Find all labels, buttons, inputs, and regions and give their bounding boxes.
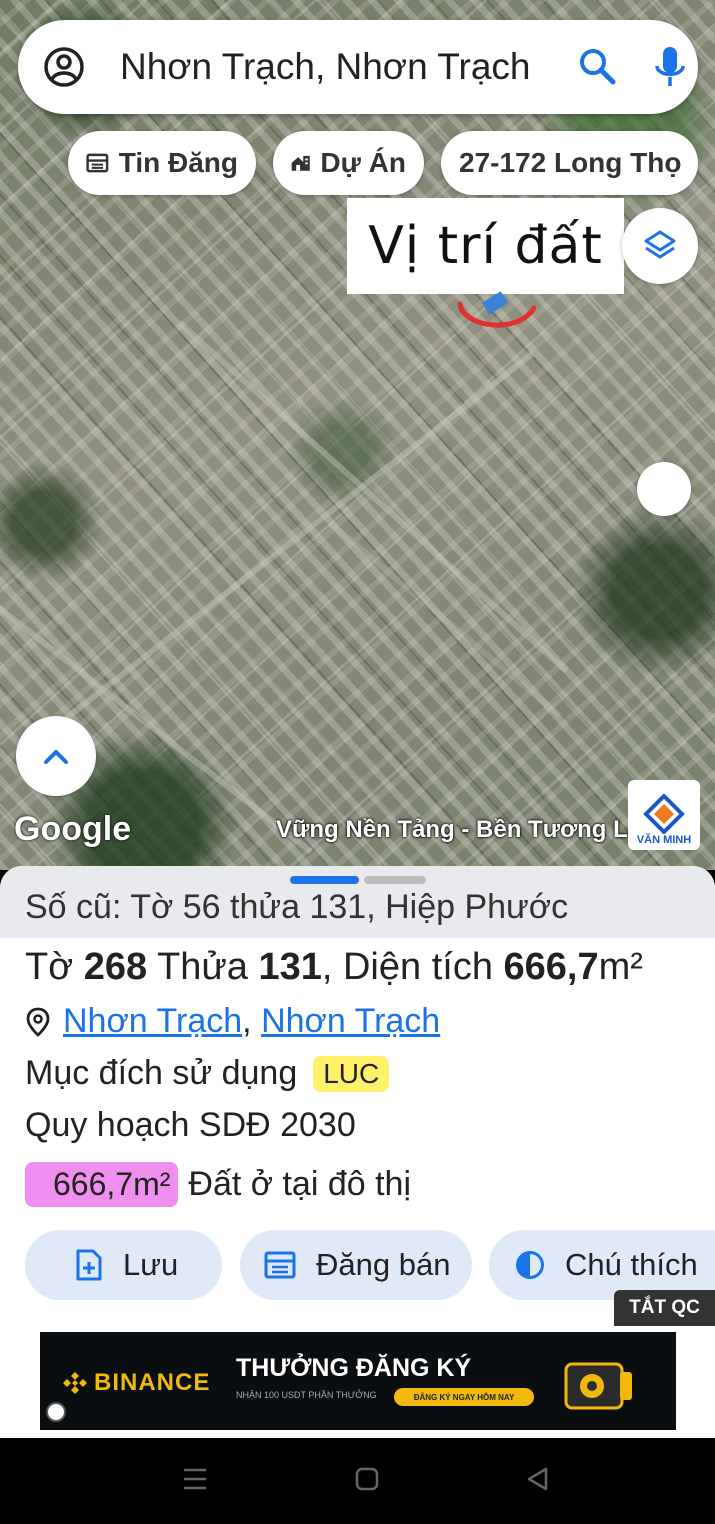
purpose-code-badge: LUC bbox=[313, 1055, 390, 1092]
chip-label: Tin Đăng bbox=[118, 147, 238, 178]
van-minh-logo: VĂN MINH bbox=[628, 780, 700, 850]
parcel-marker-icon[interactable] bbox=[456, 290, 536, 336]
post-sale-label: Đăng bán bbox=[316, 1247, 451, 1282]
parcel-summary: Tờ 268 Thửa 131, Diện tích 666,7m² bbox=[25, 946, 643, 989]
land-use-purpose: Mục đích sử dụng LUC bbox=[25, 1054, 390, 1093]
save-label: Lưu bbox=[123, 1247, 179, 1282]
binance-logo-icon bbox=[63, 1372, 87, 1394]
chip-label: Dự Án bbox=[320, 147, 406, 178]
map-road bbox=[58, 351, 535, 726]
layers-icon bbox=[644, 230, 676, 259]
layers-button[interactable] bbox=[622, 208, 698, 284]
brand-name: VĂN MINH bbox=[636, 834, 692, 846]
satellite-map[interactable]: Nhơn Trạch, Nhơn Trạch Tin Đăng Dự Án 27… bbox=[0, 0, 715, 870]
account-circle-icon[interactable] bbox=[42, 45, 86, 89]
zone-row: 666,7m² Đất ở tại đô thị bbox=[25, 1162, 411, 1207]
map-control-dot[interactable] bbox=[637, 462, 691, 516]
sheet-handle-inactive[interactable] bbox=[364, 876, 426, 884]
system-nav-bar bbox=[0, 1438, 715, 1524]
ad-3d-graphic-icon bbox=[564, 1362, 632, 1410]
address-separator: , bbox=[242, 1002, 252, 1040]
parcel-address: Nhơn Trạch, Nhơn Trạch bbox=[25, 1002, 440, 1041]
ad-brand-name: BINANCE bbox=[94, 1369, 211, 1396]
menu-icon[interactable] bbox=[182, 1466, 208, 1492]
chip-location[interactable]: 27-172 Long Thọ bbox=[441, 131, 698, 195]
van-minh-emblem-icon bbox=[643, 794, 685, 834]
expand-up-button[interactable] bbox=[16, 716, 96, 796]
save-button[interactable]: Lưu bbox=[25, 1230, 222, 1300]
sheet-label: Tờ bbox=[25, 946, 74, 988]
land-location-label: Vị trí đất bbox=[347, 198, 624, 294]
home-icon[interactable] bbox=[354, 1466, 380, 1492]
map-overlay-text: Vững Nền Tảng - Bền Tương Lai bbox=[276, 816, 632, 843]
purpose-label: Mục đích sử dụng bbox=[25, 1054, 298, 1092]
chip-label: 27-172 Long Thọ bbox=[459, 147, 682, 178]
calendar-list-icon bbox=[264, 1251, 296, 1279]
parcel-info-sheet[interactable]: Số cũ: Tờ 56 thửa 131, Hiệp Phước Tờ 268… bbox=[0, 866, 715, 1438]
zone-area-badge: 666,7m² bbox=[25, 1162, 179, 1207]
post-sale-button[interactable]: Đăng bán bbox=[240, 1230, 472, 1300]
search-icon[interactable] bbox=[576, 45, 620, 89]
ad-cta-button[interactable]: ĐĂNG KÝ NGAY HÔM NAY bbox=[394, 1388, 534, 1406]
ad-choices-icon[interactable] bbox=[46, 1402, 66, 1422]
search-bar[interactable]: Nhơn Trạch, Nhơn Trạch bbox=[18, 20, 698, 114]
file-add-icon bbox=[76, 1249, 102, 1281]
back-icon[interactable] bbox=[524, 1466, 550, 1492]
ad-brand: BINANCE bbox=[62, 1369, 210, 1397]
map-road bbox=[328, 520, 562, 719]
land-plan-title: Quy hoạch SDĐ 2030 bbox=[25, 1106, 356, 1144]
sheet-number: 268 bbox=[83, 946, 148, 988]
chip-projects[interactable]: Dự Án bbox=[273, 131, 424, 195]
hide-ads-button[interactable]: TẮT QC bbox=[614, 1290, 715, 1326]
ad-banner[interactable]: BINANCE THƯỞNG ĐĂNG KÝ NHẬN 100 USDT PHẦ… bbox=[40, 1332, 676, 1430]
plot-label: Thửa bbox=[156, 946, 248, 988]
area-value: 666,7 bbox=[503, 946, 599, 988]
area-label: , Diện tích bbox=[321, 946, 493, 988]
calendar-list-icon bbox=[86, 153, 109, 173]
commune-link[interactable]: Nhơn Trạch bbox=[261, 1002, 440, 1041]
area-unit: m² bbox=[598, 946, 643, 988]
ad-headline: THƯỞNG ĐĂNG KÝ bbox=[236, 1354, 472, 1382]
plot-number: 131 bbox=[258, 946, 322, 988]
zone-name: Đất ở tại đô thị bbox=[188, 1165, 412, 1203]
legend-label: Chú thích bbox=[565, 1247, 698, 1282]
mic-icon[interactable] bbox=[648, 44, 692, 90]
sheet-handle-active[interactable] bbox=[290, 876, 359, 884]
location-pin-icon bbox=[26, 1007, 50, 1037]
district-link[interactable]: Nhơn Trạch bbox=[63, 1002, 242, 1041]
chip-listings[interactable]: Tin Đăng bbox=[68, 131, 256, 195]
ad-subline: NHẬN 100 USDT PHẦN THƯỞNG bbox=[236, 1390, 377, 1400]
contrast-icon bbox=[516, 1251, 544, 1279]
search-query[interactable]: Nhơn Trạch, Nhơn Trạch bbox=[120, 45, 560, 89]
google-logo: Google bbox=[14, 810, 132, 848]
chevron-up-icon bbox=[44, 750, 68, 764]
house-building-icon bbox=[291, 155, 310, 171]
